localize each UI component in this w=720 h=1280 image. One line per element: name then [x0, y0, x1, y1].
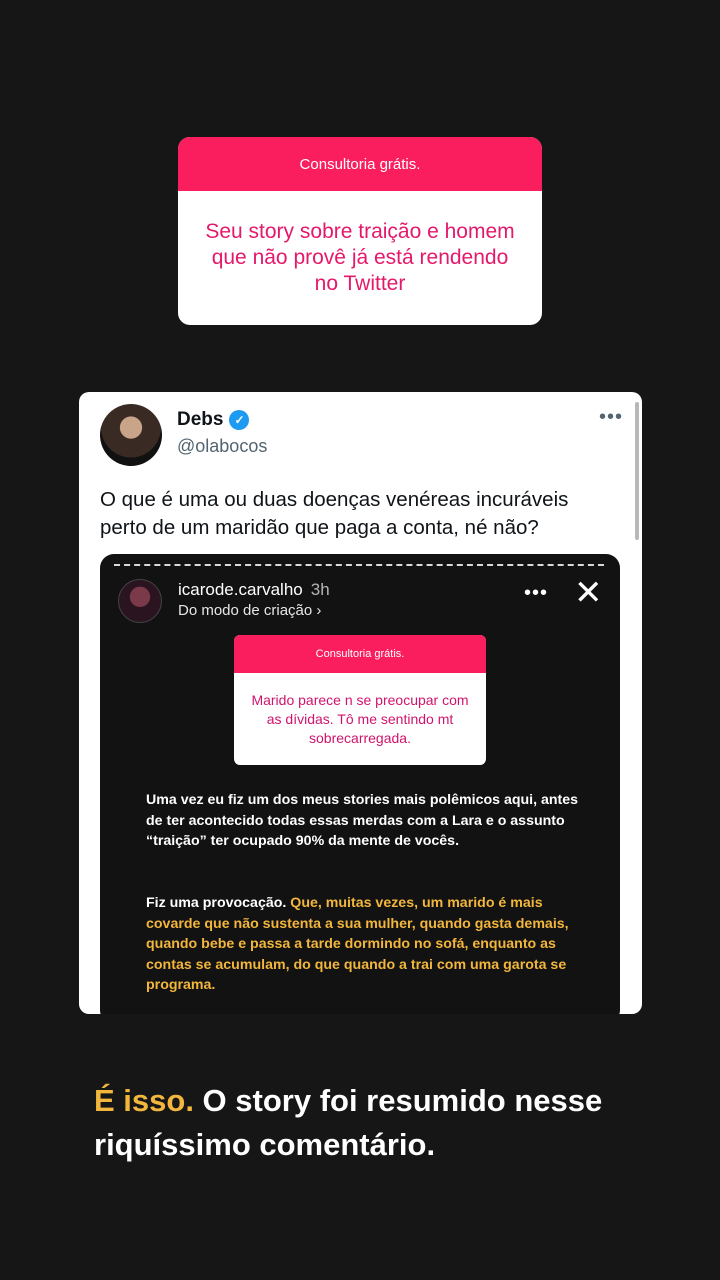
tweet-avatar[interactable] — [100, 404, 162, 466]
story-paragraph-2-start: Fiz uma provocação. — [146, 895, 291, 911]
story-paragraph-1: Uma vez eu fiz um dos meus stories mais … — [146, 792, 579, 849]
story-question-text: Marido parece n se preocupar com as dívi… — [251, 691, 469, 746]
story-header[interactable]: icarode.carvalho 3h — [178, 580, 330, 600]
question-sticker-text: Seu story sobre traição e homem que não … — [205, 220, 515, 295]
story-progress-bar — [114, 564, 604, 566]
story-time: 3h — [310, 580, 330, 599]
more-icon[interactable]: ••• — [599, 406, 623, 429]
caption-highlight: É isso. — [94, 1083, 194, 1118]
question-sticker-header: Consultoria grátis. — [178, 137, 542, 191]
story-avatar[interactable] — [118, 579, 162, 623]
scrollbar[interactable] — [635, 402, 639, 540]
story-question-header: Consultoria grátis. — [234, 635, 486, 673]
tweet-handle[interactable]: @olabocos — [177, 436, 267, 457]
tweet-text: O que é uma ou duas doenças venéreas inc… — [100, 488, 569, 539]
verified-badge-icon: ✓ — [229, 410, 250, 430]
embedded-story-screenshot[interactable]: icarode.carvalho 3h Do modo de criação › … — [100, 554, 620, 1014]
tweet-card[interactable]: Debs ✓ @olabocos ••• O que é uma ou duas… — [79, 392, 642, 1014]
tweet-author[interactable]: Debs ✓ — [177, 409, 250, 431]
close-icon[interactable]: ✕ — [574, 576, 603, 610]
story-paragraph-2: Fiz uma provocação. Que, muitas vezes, u… — [146, 893, 586, 996]
story-subtitle[interactable]: Do modo de criação › — [178, 602, 321, 619]
question-sticker: Consultoria grátis. Seu story sobre trai… — [178, 137, 542, 325]
story-more-icon[interactable]: ••• — [524, 582, 548, 605]
story-username[interactable]: icarode.carvalho — [178, 580, 303, 599]
story-question-sticker: Consultoria grátis. Marido parece n se p… — [234, 635, 486, 765]
tweet-author-name[interactable]: Debs — [177, 409, 223, 431]
story-caption: É isso. O story foi resumido nesse riquí… — [94, 1079, 654, 1167]
